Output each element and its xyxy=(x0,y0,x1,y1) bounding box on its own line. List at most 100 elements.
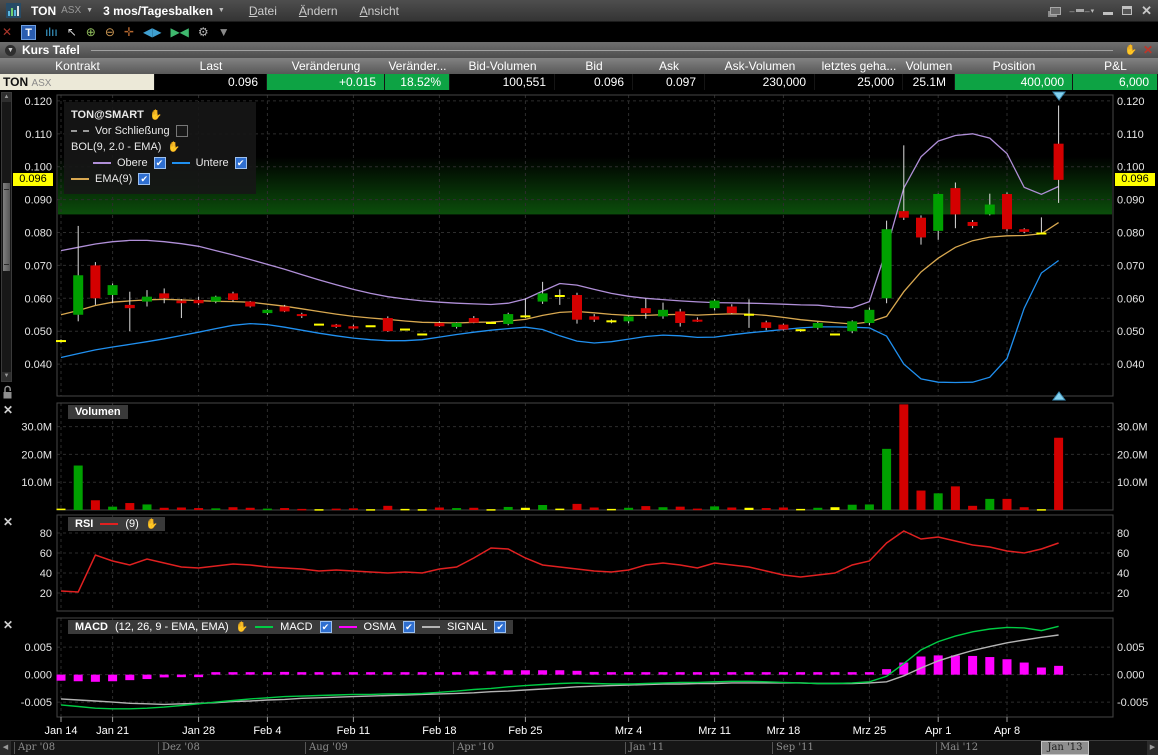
column-header-p-l[interactable]: P&L xyxy=(1073,58,1158,74)
svg-text:Feb 4: Feb 4 xyxy=(253,725,281,737)
cell-letztes-geha-[interactable]: 25,000 xyxy=(815,74,903,90)
layout-cubes-icon[interactable] xyxy=(1050,7,1061,15)
cell-ask-volumen[interactable]: 230,000 xyxy=(705,74,815,90)
svg-text:30.0M: 30.0M xyxy=(21,422,52,434)
column-header-ask[interactable]: Ask xyxy=(633,58,705,74)
expand-bars-icon[interactable]: ▶◀ xyxy=(170,23,188,41)
maximize-button[interactable] xyxy=(1122,6,1132,15)
close-button[interactable]: ✕ xyxy=(1141,5,1152,16)
history-scrollbar-thumb[interactable]: Jan '13 xyxy=(1041,741,1089,755)
close-red-icon[interactable]: ✕ xyxy=(2,23,12,41)
compress-bars-icon[interactable]: ◀▶ xyxy=(143,23,161,41)
pre-close-checkbox[interactable] xyxy=(176,125,188,137)
svg-text:10.0M: 10.0M xyxy=(1117,477,1148,489)
column-header-position[interactable]: Position xyxy=(955,58,1073,74)
scroll-right-icon[interactable]: ▶ xyxy=(1147,741,1158,755)
titlebar: TON ASX ▼ 3 mos/Tagesbalken ▼ Datei Änder… xyxy=(0,0,1158,22)
hand-icon[interactable]: ✋ xyxy=(150,110,162,121)
scrollbar-thumb[interactable] xyxy=(3,183,10,271)
column-header-volumen[interactable]: Volumen xyxy=(903,58,955,74)
scroll-up-icon[interactable]: ▲ xyxy=(2,93,11,102)
column-header-kontrakt[interactable]: Kontrakt xyxy=(0,58,155,74)
signal-checkbox[interactable]: ✔ xyxy=(494,621,506,633)
close-volume-panel-icon[interactable]: ✕ xyxy=(3,404,13,416)
symbol-selector[interactable]: TON ASX ▼ xyxy=(31,4,93,18)
menu-ansicht[interactable]: Ansicht xyxy=(360,4,399,18)
timeframe-selector[interactable]: 3 mos/Tagesbalken ▼ xyxy=(103,4,225,18)
column-header-bid-volumen[interactable]: Bid-Volumen xyxy=(450,58,555,74)
more-dropdown-icon[interactable]: ▼ xyxy=(218,23,230,41)
column-header-letztes-geha-[interactable]: letztes geha... xyxy=(815,58,903,74)
x-axis-labels: Jan 14Jan 21Jan 28Feb 4Feb 11Feb 18Feb 2… xyxy=(44,717,1020,737)
hand-icon[interactable]: ✋ xyxy=(146,519,158,530)
cell-bid-volumen[interactable]: 100,551 xyxy=(450,74,555,90)
svg-text:0.050: 0.050 xyxy=(1117,326,1145,338)
menu-ändern[interactable]: Ändern xyxy=(299,4,338,18)
cell-p-l[interactable]: 6,000 xyxy=(1073,74,1158,90)
ema-line-sample xyxy=(71,178,89,180)
cell-ver-nderung[interactable]: +0.015 xyxy=(267,74,385,90)
text-tool-icon[interactable]: T xyxy=(21,25,36,40)
column-header-ask-volumen[interactable]: Ask-Volumen xyxy=(705,58,815,74)
osma-checkbox[interactable]: ✔ xyxy=(403,621,415,633)
zoom-in-icon[interactable]: ⊕ xyxy=(86,23,96,41)
collapse-icon[interactable]: ▼ xyxy=(5,45,16,56)
volume-panel[interactable]: 10.0M10.0M20.0M20.0M30.0M30.0M xyxy=(21,403,1147,511)
trendline-tool-icon[interactable]: ↖ xyxy=(67,23,77,41)
price-scale-scrollbar[interactable]: ▲ ▼ xyxy=(1,92,12,382)
svg-text:Mrz 18: Mrz 18 xyxy=(767,725,801,737)
svg-text:30.0M: 30.0M xyxy=(1117,422,1148,434)
column-header-ver-nder-[interactable]: Veränder... xyxy=(385,58,450,74)
svg-text:Apr 1: Apr 1 xyxy=(925,725,951,737)
scroll-left-icon[interactable]: ◀ xyxy=(0,741,11,755)
svg-text:Mrz 4: Mrz 4 xyxy=(615,725,643,737)
close-rsi-panel-icon[interactable]: ✕ xyxy=(3,516,13,528)
cell-volumen[interactable]: 25.1M xyxy=(903,74,955,90)
column-header-bid[interactable]: Bid xyxy=(555,58,633,74)
lower-band-checkbox[interactable]: ✔ xyxy=(235,157,247,169)
pin-icon[interactable]: ––▾ xyxy=(1070,6,1095,16)
contract-cell[interactable]: TON ASX xyxy=(0,74,155,90)
timeframe-label: 3 mos/Tagesbalken xyxy=(103,4,213,18)
upper-band-line-sample xyxy=(93,162,111,164)
upper-band-checkbox[interactable]: ✔ xyxy=(154,157,166,169)
svg-text:80: 80 xyxy=(1117,528,1129,540)
column-header-ver-nderung[interactable]: Veränderung xyxy=(267,58,385,74)
history-scrollbar[interactable]: ◀Apr '08Dez '08Aug '09Apr '10Jan '11Sep … xyxy=(0,740,1158,755)
column-header-last[interactable]: Last xyxy=(155,58,267,74)
pre-close-line-sample xyxy=(71,130,89,132)
close-panel-icon[interactable]: ✕ xyxy=(1143,43,1153,57)
macd-checkbox[interactable]: ✔ xyxy=(320,621,332,633)
rsi-label: RSI xyxy=(75,518,93,530)
lock-icon[interactable] xyxy=(1,384,14,400)
history-date-label: Mai '12 xyxy=(936,742,978,754)
hand-icon[interactable]: ✋ xyxy=(167,142,179,153)
signal-line-sample xyxy=(422,626,440,628)
ema-checkbox[interactable]: ✔ xyxy=(138,173,150,185)
settings-wrench-icon[interactable]: ⚙ xyxy=(198,23,209,41)
hand-icon[interactable]: ✋ xyxy=(1124,45,1136,56)
crosshair-icon[interactable]: ✛ xyxy=(124,23,134,41)
cell-ver-nder-[interactable]: 18.52% xyxy=(385,74,450,90)
quote-table-row[interactable]: TON ASX0.096+0.01518.52%100,5510.0960.09… xyxy=(0,74,1158,90)
history-date-label: Apr '10 xyxy=(453,742,494,754)
rsi-panel[interactable]: 2020404060608080 xyxy=(40,515,1130,611)
svg-text:Mrz 11: Mrz 11 xyxy=(698,725,731,737)
svg-text:Feb 11: Feb 11 xyxy=(337,725,370,737)
menu-datei[interactable]: Datei xyxy=(249,4,277,18)
minimize-button[interactable] xyxy=(1103,12,1113,15)
close-macd-panel-icon[interactable]: ✕ xyxy=(3,619,13,631)
svg-text:0.005: 0.005 xyxy=(1117,642,1145,654)
svg-text:0.000: 0.000 xyxy=(24,670,52,682)
cell-ask[interactable]: 0.097 xyxy=(633,74,705,90)
hand-icon[interactable]: ✋ xyxy=(236,622,248,633)
cell-bid[interactable]: 0.096 xyxy=(555,74,633,90)
scroll-down-icon[interactable]: ▼ xyxy=(2,372,11,381)
chart-type-icon[interactable]: ılıı xyxy=(45,23,58,41)
cell-position[interactable]: 400,000 xyxy=(955,74,1073,90)
zoom-out-icon[interactable]: ⊖ xyxy=(105,23,115,41)
history-date-label: Aug '09 xyxy=(305,742,348,754)
svg-text:Feb 25: Feb 25 xyxy=(508,725,542,737)
svg-text:0.090: 0.090 xyxy=(24,195,52,207)
cell-last[interactable]: 0.096 xyxy=(155,74,267,90)
